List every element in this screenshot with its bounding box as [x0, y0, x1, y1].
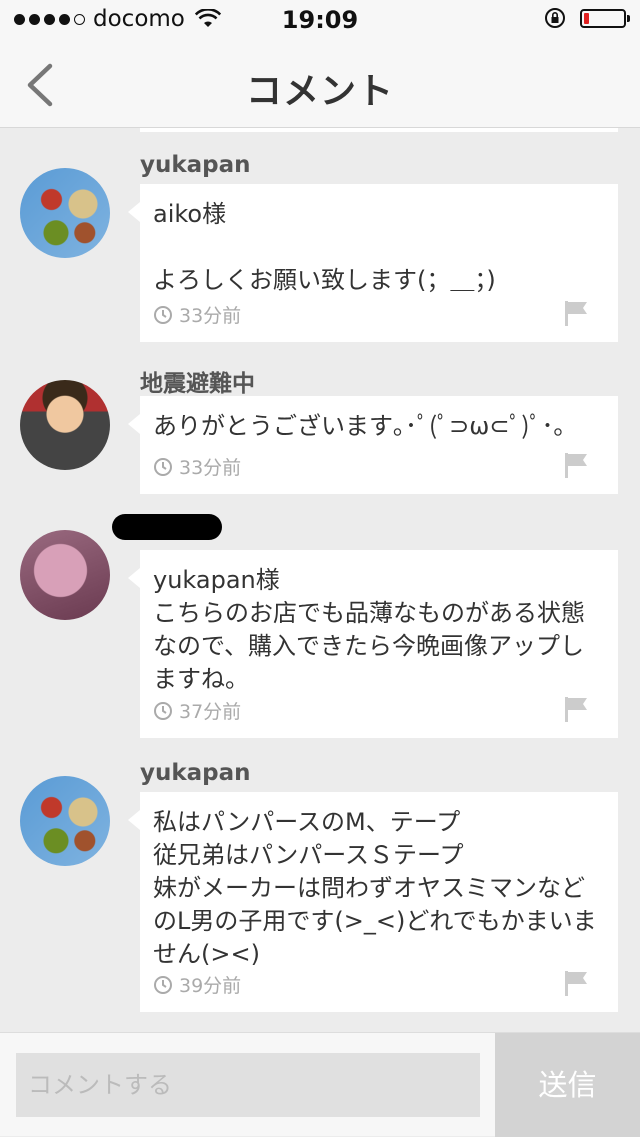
comment-bubble: aiko様 よろしくお願い致します(；＿；) 33分前	[128, 184, 618, 342]
report-flag-icon[interactable]	[564, 696, 588, 722]
comment-text: aiko様 よろしくお願い致します(；＿；)	[153, 200, 496, 294]
clock-icon	[154, 701, 172, 720]
avatar[interactable]	[20, 380, 110, 470]
report-flag-icon[interactable]	[564, 300, 588, 326]
avatar[interactable]	[20, 530, 110, 620]
comment-username[interactable]: 地震避難中	[140, 364, 255, 398]
comment-meta: 33分前	[153, 301, 241, 328]
comment-meta: 39分前	[153, 971, 241, 998]
battery-level	[584, 12, 589, 24]
report-flag-icon[interactable]	[564, 970, 588, 996]
redacted-username	[112, 514, 222, 540]
comment-time: 33分前	[179, 457, 242, 479]
comment-meta: 37分前	[153, 697, 241, 724]
comment-input[interactable]	[16, 1053, 480, 1117]
comment-username[interactable]: yukapan	[140, 760, 251, 786]
comment-bubble: yukapan様 こちらのお店でも品薄なものがある状態なので、購入できたら今晩画…	[128, 550, 618, 738]
comment-text: 私はパンパースのM、テープ 従兄弟はパンパースＳテープ 妹がメーカーは問わずオヤ…	[153, 808, 597, 968]
comment-text: ありがとうございます｡･ﾟ(ﾟ⊃ω⊂ﾟ)ﾟ･｡	[153, 412, 566, 440]
avatar[interactable]	[20, 168, 110, 258]
send-button[interactable]: 送信	[495, 1033, 640, 1137]
comment-username[interactable]: yukapan	[140, 152, 251, 178]
clock-icon	[154, 305, 172, 324]
comment-bubble: ありがとうございます｡･ﾟ(ﾟ⊃ω⊂ﾟ)ﾟ･｡ 33分前	[128, 396, 618, 494]
orientation-lock-icon	[545, 8, 565, 28]
comment-time: 39分前	[179, 975, 242, 997]
comment-time: 37分前	[179, 701, 242, 723]
comment-composer: 送信	[0, 1032, 640, 1137]
comment-text: yukapan様 こちらのお店でも品薄なものがある状態なので、購入できたら今晩画…	[153, 566, 585, 693]
previous-comment-edge	[140, 128, 618, 132]
comment-list[interactable]: yukapan aiko様 よろしくお願い致します(；＿；) 33分前 地震避難…	[0, 128, 640, 1032]
navigation-bar: コメント	[0, 40, 640, 128]
battery-icon	[580, 8, 630, 28]
page-title: コメント	[245, 71, 394, 112]
status-bar: docomo 19:09	[0, 0, 640, 40]
clock-icon	[154, 457, 172, 476]
status-right	[544, 7, 630, 29]
report-flag-icon[interactable]	[564, 452, 588, 478]
clock-icon	[154, 975, 172, 994]
avatar[interactable]	[20, 776, 110, 866]
comment-time: 33分前	[179, 305, 242, 327]
comment-meta: 33分前	[153, 453, 241, 480]
comment-bubble: 私はパンパースのM、テープ 従兄弟はパンパースＳテープ 妹がメーカーは問わずオヤ…	[128, 792, 618, 1012]
